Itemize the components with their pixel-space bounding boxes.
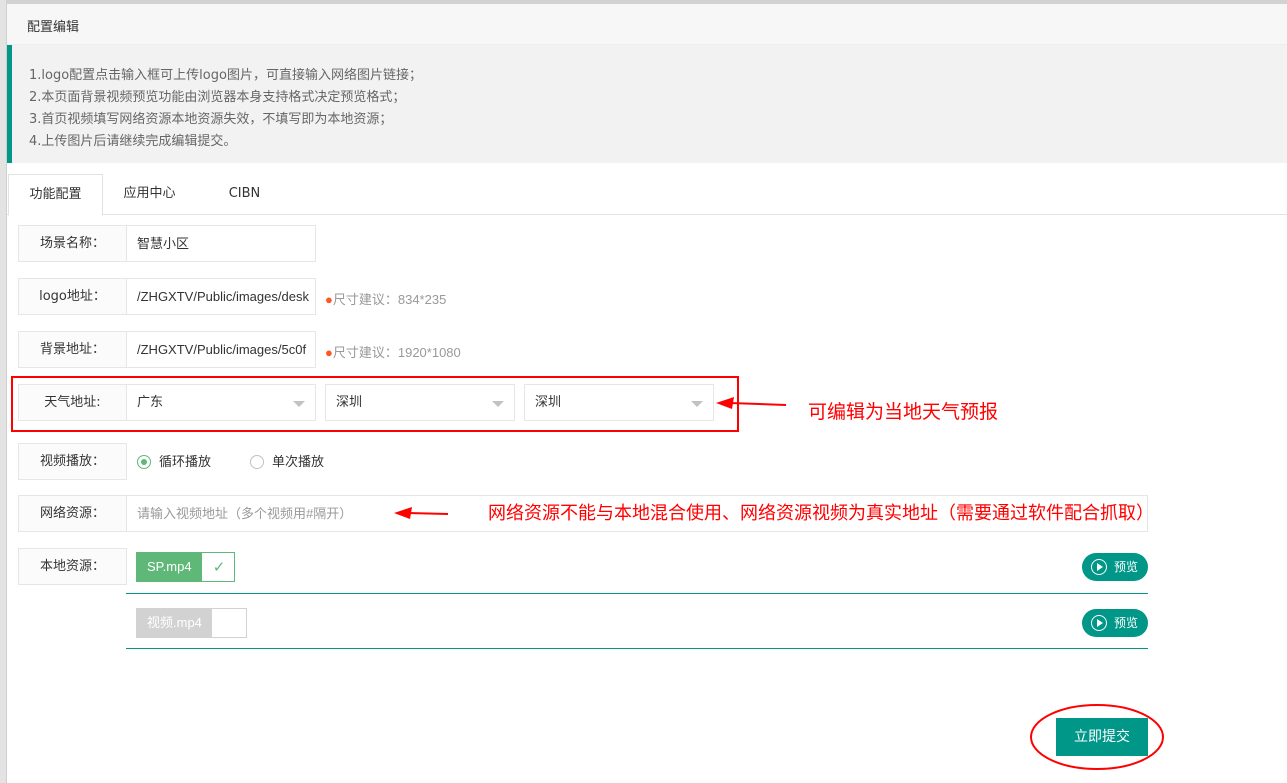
radio-single-play[interactable]: 单次播放 [250, 454, 325, 471]
notice-line-4: 4.上传图片后请继续完成编辑提交。 [29, 134, 237, 149]
notice-line-3: 3.首页视频填写网络资源本地资源失效，不填写即为本地资源； [29, 112, 393, 127]
notice-line-2: 2.本页面背景视频预览功能由浏览器本身支持格式决定预览格式； [29, 90, 406, 105]
weather-address-label: 天气地址: [18, 384, 127, 421]
left-edge [0, 0, 7, 783]
district-select-value: 深圳 [535, 395, 562, 410]
video-play-label: 视频播放： [18, 443, 127, 480]
logo-url-label: logo地址： [18, 278, 127, 315]
province-select[interactable]: 广东 [126, 384, 316, 421]
file-checkbox-sp-mp4[interactable]: SP.mp4 ✓ [136, 552, 235, 582]
notice-box: 1.logo配置点击输入框可上传logo图片，可直接输入网络图片链接； 2.本页… [7, 45, 1287, 163]
panel-title: 配置编辑 [27, 20, 80, 35]
panel-header: 配置编辑 [7, 4, 1287, 45]
check-icon: ✓ [212, 558, 226, 576]
logo-url-input[interactable]: /ZHGXTV/Public/images/desk [126, 278, 316, 315]
chevron-down-icon [691, 401, 703, 407]
preview-button-label: 预览 [1114, 616, 1139, 630]
empty-check-area [216, 609, 246, 637]
tab-app-center[interactable]: 应用中心 [107, 174, 192, 215]
preview-button-sp-mp4[interactable]: 预览 [1082, 553, 1148, 581]
file-divider [126, 648, 1148, 649]
tab-function-config[interactable]: 功能配置 [8, 174, 103, 216]
tab-cibn[interactable]: CIBN [207, 174, 282, 215]
play-circle-icon [1091, 615, 1107, 631]
background-url-label: 背景地址： [18, 331, 127, 368]
logo-size-hint-text: 尺寸建议：834*235 [332, 292, 447, 307]
radio-unchecked-icon [250, 454, 264, 469]
weather-annotation-text: 可编辑为当地天气预报 [808, 401, 999, 423]
preview-button-video-mp4[interactable]: 预览 [1082, 609, 1148, 637]
scene-name-label: 场景名称： [18, 225, 127, 262]
file-divider [126, 593, 1148, 594]
file-checkbox-video-mp4[interactable]: 视频.mp4 [136, 608, 247, 638]
radio-single-play-label: 单次播放 [272, 455, 325, 470]
tab-bar: 功能配置 应用中心 CIBN [7, 174, 1287, 216]
weather-arrow-line [729, 402, 787, 406]
local-resource-label: 本地资源： [18, 548, 127, 585]
weather-arrow-head [716, 397, 734, 409]
network-annotation-text: 网络资源不能与本地混合使用、网络资源视频为真实地址（需要通过软件配合抓取） [488, 503, 1154, 524]
radio-loop-play-label: 循环播放 [159, 455, 212, 470]
submit-button[interactable]: 立即提交 [1056, 718, 1148, 756]
play-circle-icon [1091, 559, 1107, 575]
preview-button-label: 预览 [1114, 560, 1139, 574]
radio-checked-icon [137, 454, 151, 469]
file-name: 视频.mp4 [137, 609, 212, 637]
notice-line-1: 1.logo配置点击输入框可上传logo图片，可直接输入网络图片链接； [29, 68, 422, 83]
hint-dot-icon: ● [325, 345, 333, 360]
background-url-input[interactable]: /ZHGXTV/Public/images/5c0f [126, 331, 316, 368]
hint-dot-icon: ● [325, 292, 333, 307]
district-select[interactable]: 深圳 [524, 384, 714, 421]
background-size-hint-text: 尺寸建议：1920*1080 [332, 345, 461, 360]
scene-name-input[interactable]: 智慧小区 [126, 225, 316, 262]
chevron-down-icon [293, 401, 305, 407]
background-size-hint: ●尺寸建议：1920*1080 [325, 342, 461, 361]
chevron-down-icon [492, 401, 504, 407]
city-select-value: 深圳 [336, 395, 363, 410]
city-select[interactable]: 深圳 [325, 384, 515, 421]
province-select-value: 广东 [137, 395, 164, 410]
file-name: SP.mp4 [137, 553, 202, 581]
radio-loop-play[interactable]: 循环播放 [137, 454, 212, 471]
logo-size-hint: ●尺寸建议：834*235 [325, 289, 446, 308]
network-resource-label: 网络资源： [18, 495, 127, 532]
